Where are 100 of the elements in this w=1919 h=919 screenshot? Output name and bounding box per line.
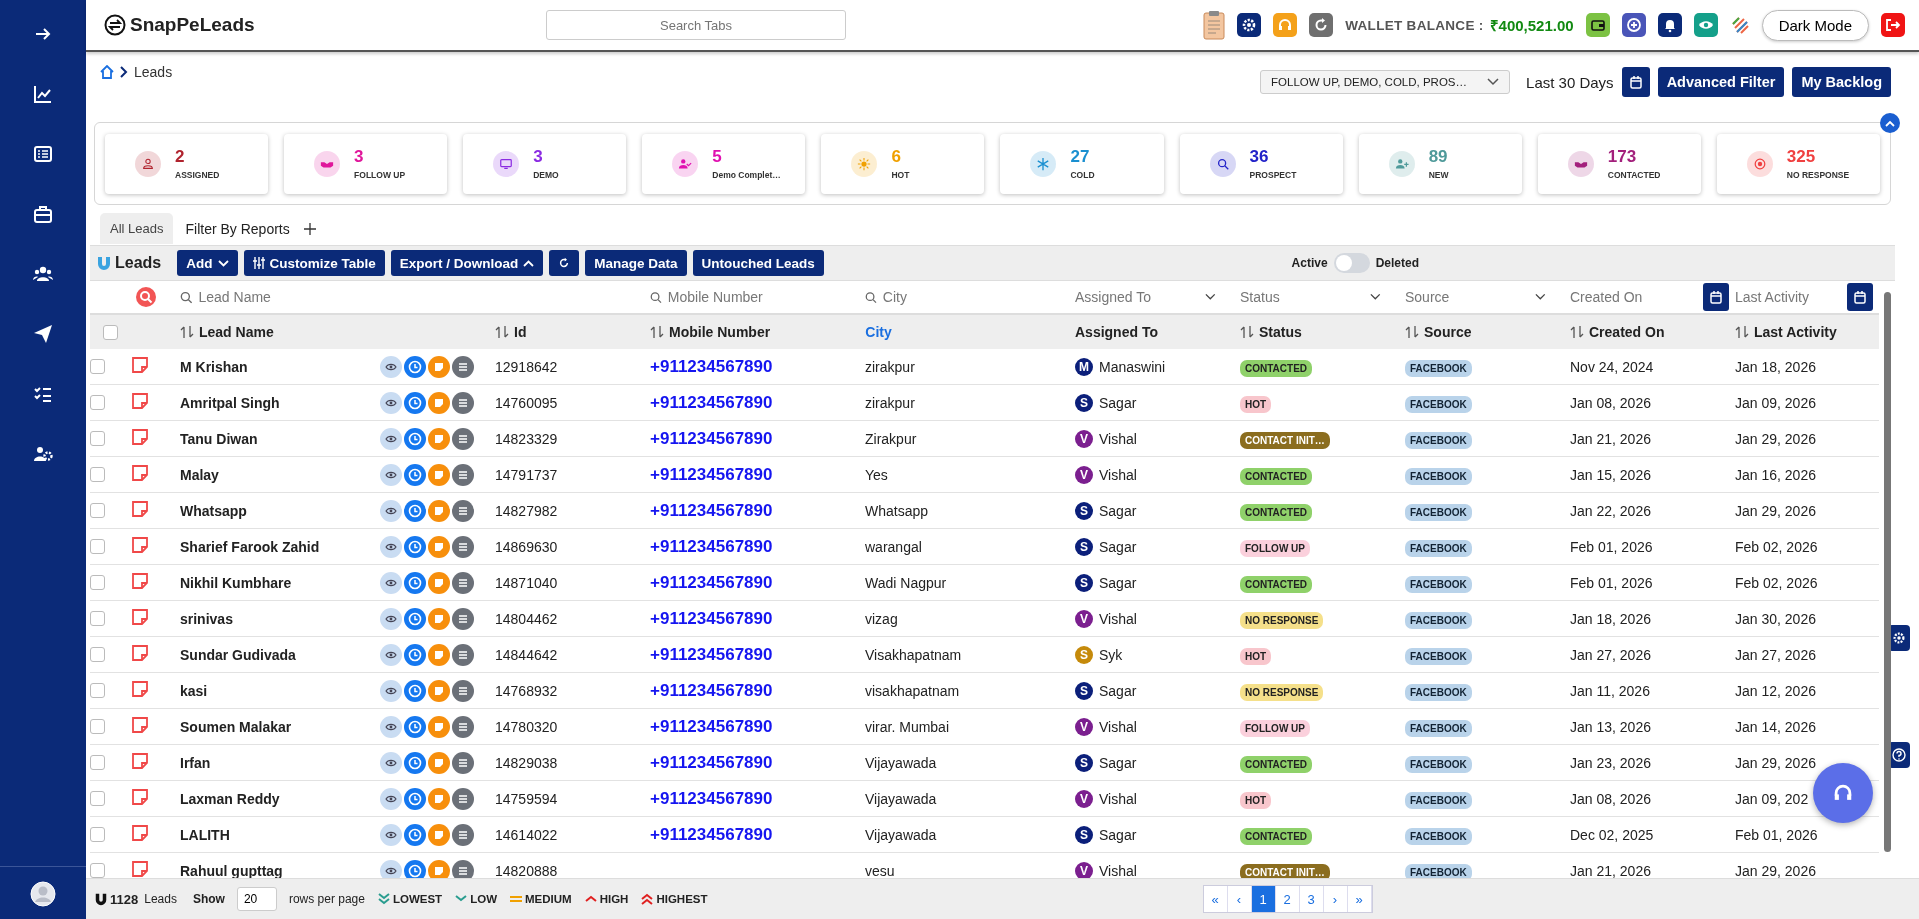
column-header[interactable]: Created On <box>1589 324 1665 340</box>
menu-button[interactable] <box>452 355 474 378</box>
add-button[interactable] <box>1621 13 1646 37</box>
column-header[interactable]: Mobile Number <box>669 324 771 340</box>
status-select[interactable]: FOLLOW UP, DEMO, COLD, PROS… <box>1260 70 1511 94</box>
clock-button[interactable] <box>404 679 426 702</box>
tab[interactable]: All Leads <box>100 213 174 244</box>
wallet-button[interactable] <box>1585 13 1610 37</box>
mobile-number[interactable]: +911234567890 <box>650 608 773 629</box>
lead-name[interactable]: LALITH <box>180 826 230 843</box>
refresh-button[interactable] <box>1309 13 1334 37</box>
row-checkbox[interactable] <box>90 395 105 410</box>
menu-button[interactable] <box>452 715 474 738</box>
row-checkbox[interactable] <box>90 863 105 878</box>
clock-button[interactable] <box>404 427 426 450</box>
note-button[interactable] <box>428 643 450 666</box>
note-button[interactable] <box>428 751 450 774</box>
menu-button[interactable] <box>452 823 474 846</box>
mobile-number[interactable]: +911234567890 <box>650 680 773 701</box>
row-checkbox[interactable] <box>90 467 105 482</box>
mobile-number[interactable]: +911234567890 <box>650 644 773 665</box>
filter-select[interactable]: Status <box>1240 289 1365 305</box>
mobile-number[interactable]: +911234567890 <box>650 392 773 413</box>
view-button[interactable] <box>380 607 402 630</box>
page-button[interactable]: 2 <box>1275 886 1300 912</box>
stat-card[interactable]: 27 COLD <box>1000 133 1164 194</box>
column-header[interactable]: City <box>865 324 892 340</box>
toolbar-button[interactable]: Customize Table <box>243 250 385 276</box>
menu-button[interactable] <box>452 463 474 486</box>
column-header[interactable]: Last Activity <box>1754 324 1837 340</box>
note-button[interactable] <box>428 463 450 486</box>
lead-name[interactable]: Amritpal Singh <box>180 394 280 411</box>
toolbar-button[interactable]: Manage Data <box>585 250 687 276</box>
clock-button[interactable] <box>404 463 426 486</box>
page-button[interactable]: » <box>1347 886 1372 912</box>
lead-name[interactable]: Rahuul gupttag <box>180 862 283 878</box>
view-button[interactable] <box>380 823 402 846</box>
clock-button[interactable] <box>404 643 426 666</box>
note-button[interactable] <box>428 355 450 378</box>
menu-button[interactable] <box>452 571 474 594</box>
clock-button[interactable] <box>404 571 426 594</box>
mobile-number[interactable]: +911234567890 <box>650 428 773 449</box>
note-button[interactable] <box>428 715 450 738</box>
note-button[interactable] <box>428 679 450 702</box>
search-button[interactable] <box>136 287 156 307</box>
clock-button[interactable] <box>404 823 426 846</box>
lead-name[interactable]: Whatsapp <box>180 502 247 519</box>
filter-button[interactable]: Advanced Filter <box>1657 67 1785 97</box>
clock-button[interactable] <box>404 787 426 810</box>
search-field[interactable]: Mobile Number <box>667 289 855 305</box>
column-header[interactable]: Lead Name <box>199 324 274 340</box>
stat-card[interactable]: 3 DEMO <box>463 133 627 194</box>
stat-card[interactable]: 173 CONTACTED <box>1537 133 1701 194</box>
lead-name[interactable]: srinivas <box>180 610 233 627</box>
view-button[interactable] <box>380 355 402 378</box>
menu-button[interactable] <box>452 859 474 878</box>
view-button[interactable] <box>380 715 402 738</box>
lead-name[interactable]: Irfan <box>180 754 211 771</box>
note-button[interactable] <box>428 427 450 450</box>
view-button[interactable] <box>380 463 402 486</box>
column-header[interactable]: Status <box>1259 324 1302 340</box>
row-checkbox[interactable] <box>90 575 105 590</box>
menu-button[interactable] <box>452 679 474 702</box>
stat-card[interactable]: 6 HOT <box>821 133 985 194</box>
lead-name[interactable]: Sharief Farook Zahid <box>180 538 320 555</box>
stat-card[interactable]: 89 NEW <box>1358 133 1522 194</box>
lead-name[interactable]: M Krishan <box>180 358 248 375</box>
clock-button[interactable] <box>404 715 426 738</box>
row-checkbox[interactable] <box>90 503 105 518</box>
page-button[interactable]: › <box>1323 886 1348 912</box>
settings-button[interactable] <box>1237 13 1262 37</box>
menu-button[interactable] <box>452 391 474 414</box>
menu-button[interactable] <box>452 535 474 558</box>
note-button[interactable] <box>428 571 450 594</box>
app-logo[interactable]: SnapPeLeads <box>130 14 255 36</box>
stat-card[interactable]: 36 PROSPECT <box>1179 133 1343 194</box>
mobile-number[interactable]: +911234567890 <box>650 788 773 809</box>
calendar-button[interactable] <box>1847 283 1873 311</box>
row-checkbox[interactable] <box>90 647 105 662</box>
menu-button[interactable] <box>452 499 474 522</box>
row-checkbox[interactable] <box>90 791 105 806</box>
menu-button[interactable] <box>452 787 474 810</box>
breadcrumb-item[interactable]: Leads <box>134 64 173 80</box>
mobile-number[interactable]: +911234567890 <box>650 716 773 737</box>
note-button[interactable] <box>428 823 450 846</box>
clock-button[interactable] <box>404 499 426 522</box>
row-checkbox[interactable] <box>90 827 105 842</box>
menu-button[interactable] <box>452 607 474 630</box>
column-header[interactable]: Source <box>1424 324 1472 340</box>
tab[interactable]: Filter By Reports <box>179 212 296 245</box>
search-field[interactable]: Lead Name <box>198 289 640 305</box>
calendar-button[interactable] <box>1621 67 1650 97</box>
filter-button[interactable]: My Backlog <box>1792 67 1891 97</box>
menu-button[interactable] <box>452 751 474 774</box>
lead-name[interactable]: Laxman Reddy <box>180 790 280 807</box>
lead-name[interactable]: Sundar Gudivada <box>180 646 296 663</box>
menu-button[interactable] <box>452 427 474 450</box>
page-button[interactable]: 1 <box>1251 886 1276 912</box>
mobile-number[interactable]: +911234567890 <box>650 572 773 593</box>
row-checkbox[interactable] <box>90 611 105 626</box>
